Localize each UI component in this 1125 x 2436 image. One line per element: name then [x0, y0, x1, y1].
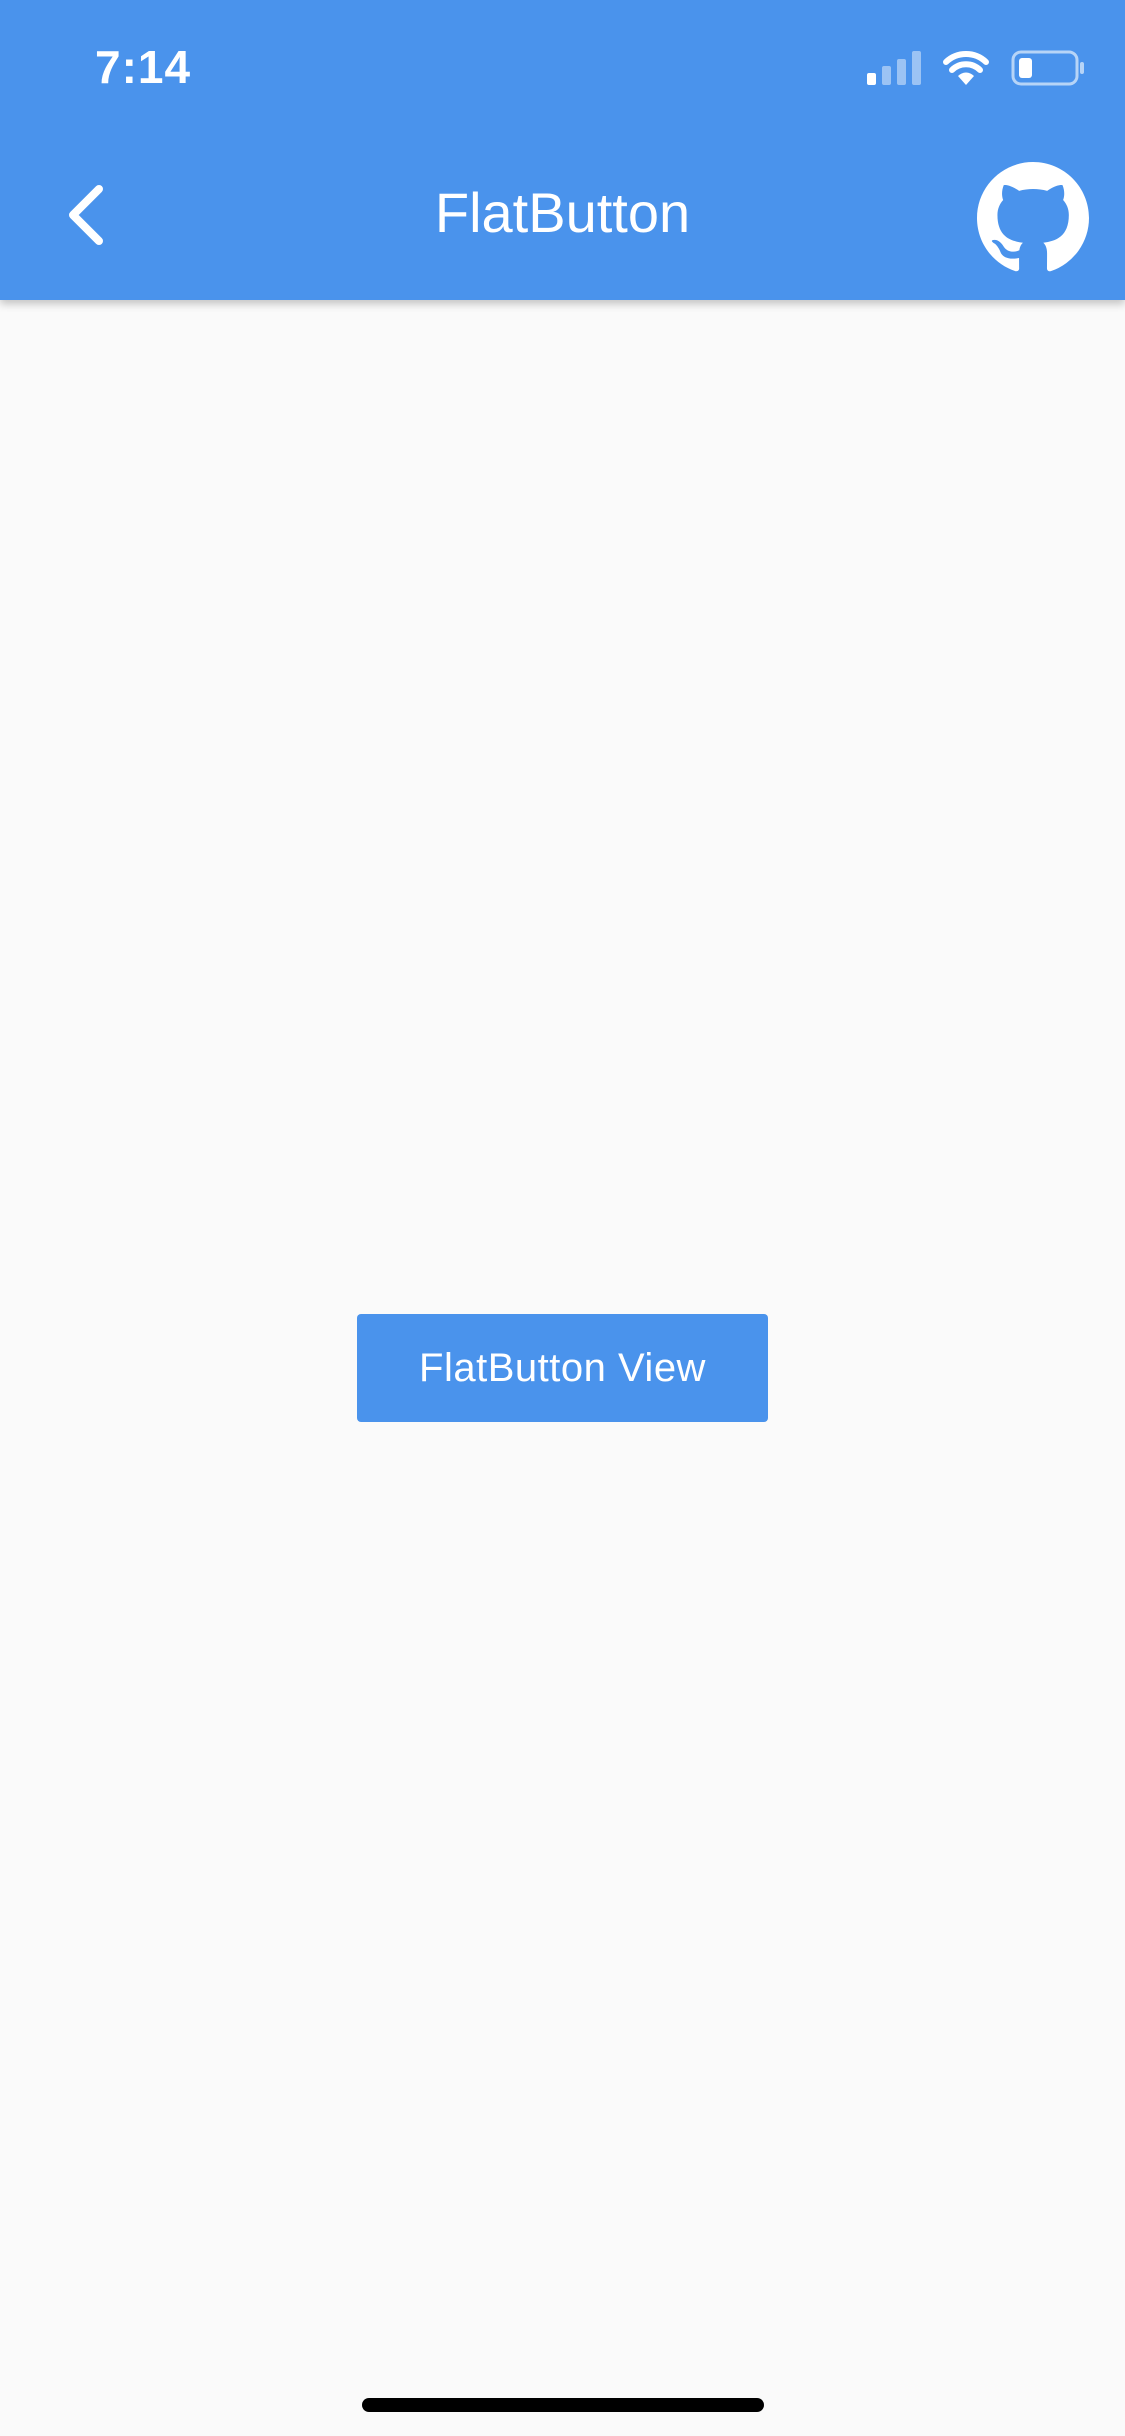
- status-icons: [867, 48, 1085, 88]
- app-screen: 7:14 FlatButton FlatButton View: [0, 0, 1125, 2436]
- back-button[interactable]: [40, 170, 130, 260]
- app-bar: 7:14 FlatButton: [0, 0, 1125, 300]
- home-indicator: [362, 2398, 764, 2412]
- status-time: 7:14: [95, 41, 192, 93]
- wifi-icon: [943, 51, 989, 85]
- chevron-left-icon: [69, 185, 103, 245]
- cellular-signal-icon: [867, 51, 921, 85]
- github-icon: [977, 162, 1089, 272]
- battery-icon: [1011, 50, 1084, 86]
- flatbutton-view-button[interactable]: FlatButton View: [357, 1314, 768, 1422]
- github-button[interactable]: [977, 162, 1089, 274]
- page-title: FlatButton: [434, 181, 691, 244]
